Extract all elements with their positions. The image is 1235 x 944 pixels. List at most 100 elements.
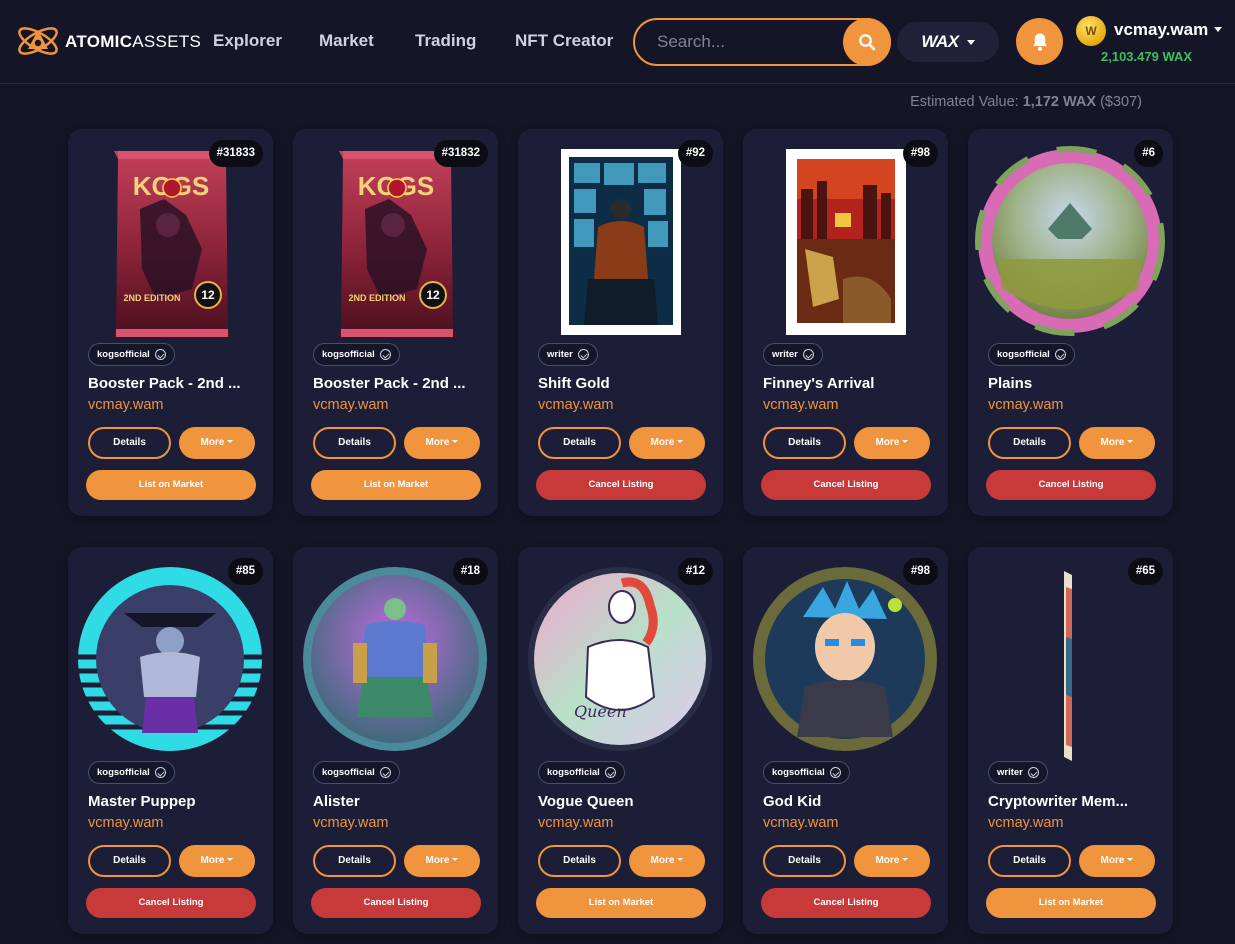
cancel-listing-button[interactable]: Cancel Listing [986, 470, 1156, 500]
asset-owner[interactable]: vcmay.wam [88, 815, 163, 831]
nav-nft-creator[interactable]: NFT Creator [515, 31, 613, 51]
collection-name: kogsofficial [322, 767, 375, 778]
collection-badge[interactable]: kogsofficial [988, 343, 1075, 366]
collection-badge[interactable]: kogsofficial [538, 761, 625, 784]
asset-name[interactable]: Cryptowriter Mem... [988, 793, 1158, 810]
atomicassets-logo[interactable]: ATOMICASSETS [14, 17, 201, 65]
chevron-down-icon [677, 440, 684, 443]
details-button[interactable]: Details [88, 845, 171, 877]
more-label: More [875, 437, 900, 448]
nav-explorer[interactable]: Explorer [213, 31, 282, 51]
cancel-listing-button[interactable]: Cancel Listing [761, 470, 931, 500]
asset-card-4[interactable]: #98 writer Finney's Arrival vcmay.wam De… [743, 129, 948, 516]
details-button[interactable]: Details [538, 427, 621, 459]
more-label: More [1100, 855, 1125, 866]
search-icon [859, 34, 876, 51]
collection-badge[interactable]: writer [988, 761, 1048, 784]
collection-badge[interactable]: writer [538, 343, 598, 366]
list-on-market-button[interactable]: List on Market [86, 470, 256, 500]
mint-number-badge: #85 [227, 558, 263, 585]
collection-badge[interactable]: kogsofficial [88, 343, 175, 366]
chain-label: WAX [921, 32, 959, 51]
list-on-market-button[interactable]: List on Market [536, 888, 706, 918]
asset-owner[interactable]: vcmay.wam [88, 397, 163, 413]
more-label: More [650, 855, 675, 866]
collection-badge[interactable]: kogsofficial [763, 761, 850, 784]
asset-owner[interactable]: vcmay.wam [313, 397, 388, 413]
asset-owner[interactable]: vcmay.wam [988, 397, 1063, 413]
cancel-listing-button[interactable]: Cancel Listing [536, 470, 706, 500]
more-button[interactable]: More [854, 427, 930, 459]
asset-card-5[interactable]: #6 kogsofficial Plains vcmay.wam Details… [968, 129, 1173, 516]
asset-owner[interactable]: vcmay.wam [538, 397, 613, 413]
asset-name[interactable]: Vogue Queen [538, 793, 708, 810]
asset-name[interactable]: God Kid [763, 793, 933, 810]
more-button[interactable]: More [179, 427, 255, 459]
collection-name: kogsofficial [322, 349, 375, 360]
details-button[interactable]: Details [763, 845, 846, 877]
svg-text:12: 12 [426, 288, 440, 302]
asset-owner[interactable]: vcmay.wam [988, 815, 1063, 831]
asset-name[interactable]: Shift Gold [538, 375, 708, 392]
nav-trading[interactable]: Trading [415, 31, 476, 51]
estimated-value-label: Estimated Value: [910, 94, 1019, 110]
asset-card-8[interactable]: Queen #12 kogsofficial Vogue Queen vcmay… [518, 547, 723, 934]
collection-badge[interactable]: kogsofficial [88, 761, 175, 784]
asset-card-6[interactable]: #85 kogsofficial Master Puppep vcmay.wam… [68, 547, 273, 934]
asset-name[interactable]: Master Puppep [88, 793, 258, 810]
asset-card-2[interactable]: KOGS2ND EDITION12 #31832 kogsofficial Bo… [293, 129, 498, 516]
details-button[interactable]: Details [763, 427, 846, 459]
details-button[interactable]: Details [313, 845, 396, 877]
asset-owner[interactable]: vcmay.wam [763, 815, 838, 831]
chevron-down-icon [227, 858, 234, 861]
asset-owner[interactable]: vcmay.wam [763, 397, 838, 413]
more-button[interactable]: More [179, 845, 255, 877]
more-button[interactable]: More [629, 845, 705, 877]
asset-card-10[interactable]: #65 writer Cryptowriter Mem... vcmay.wam… [968, 547, 1173, 934]
asset-name[interactable]: Booster Pack - 2nd ... [88, 375, 258, 392]
asset-owner[interactable]: vcmay.wam [538, 815, 613, 831]
asset-name[interactable]: Plains [988, 375, 1158, 392]
logo-wordmark: ATOMICASSETS [65, 32, 202, 51]
details-button[interactable]: Details [88, 427, 171, 459]
nav-market[interactable]: Market [319, 31, 374, 51]
more-button[interactable]: More [854, 845, 930, 877]
more-button[interactable]: More [1079, 427, 1155, 459]
asset-owner[interactable]: vcmay.wam [313, 815, 388, 831]
collection-name: kogsofficial [97, 349, 150, 360]
collection-badge[interactable]: kogsofficial [313, 343, 400, 366]
collection-badge[interactable]: writer [763, 343, 823, 366]
list-on-market-button[interactable]: List on Market [311, 470, 481, 500]
details-button[interactable]: Details [313, 427, 396, 459]
more-button[interactable]: More [629, 427, 705, 459]
cancel-listing-button[interactable]: Cancel Listing [761, 888, 931, 918]
chain-selector[interactable]: WAX [897, 22, 999, 62]
asset-name[interactable]: Finney's Arrival [763, 375, 933, 392]
collection-badge[interactable]: kogsofficial [313, 761, 400, 784]
details-button[interactable]: Details [538, 845, 621, 877]
list-on-market-button[interactable]: List on Market [986, 888, 1156, 918]
notifications-button[interactable] [1016, 18, 1063, 65]
more-button[interactable]: More [404, 845, 480, 877]
asset-name[interactable]: Booster Pack - 2nd ... [313, 375, 483, 392]
asset-card-9[interactable]: #98 kogsofficial God Kid vcmay.wam Detai… [743, 547, 948, 934]
cancel-listing-button[interactable]: Cancel Listing [311, 888, 481, 918]
more-button[interactable]: More [1079, 845, 1155, 877]
verified-check-icon [829, 767, 841, 778]
search-button[interactable] [843, 18, 891, 66]
asset-name[interactable]: Alister [313, 793, 483, 810]
account-balance: 2,103.479 WAX [1101, 49, 1193, 64]
asset-card-3[interactable]: #92 writer Shift Gold vcmay.wam Details … [518, 129, 723, 516]
mint-number-badge: #12 [677, 558, 713, 585]
chevron-down-icon [1214, 27, 1223, 32]
account-menu[interactable]: W vcmay.wam 2,103.479 WAX [1076, 16, 1226, 68]
collection-name: kogsofficial [97, 767, 150, 778]
asset-card-1[interactable]: KOGS2ND EDITION12 #31833 kogsofficial Bo… [68, 129, 273, 516]
details-button[interactable]: Details [988, 427, 1071, 459]
asset-card-7[interactable]: #18 kogsofficial Alister vcmay.wam Detai… [293, 547, 498, 934]
details-button[interactable]: Details [988, 845, 1071, 877]
more-button[interactable]: More [404, 427, 480, 459]
cancel-listing-button[interactable]: Cancel Listing [86, 888, 256, 918]
search-input[interactable] [657, 31, 837, 53]
svg-text:2ND EDITION: 2ND EDITION [123, 293, 180, 303]
